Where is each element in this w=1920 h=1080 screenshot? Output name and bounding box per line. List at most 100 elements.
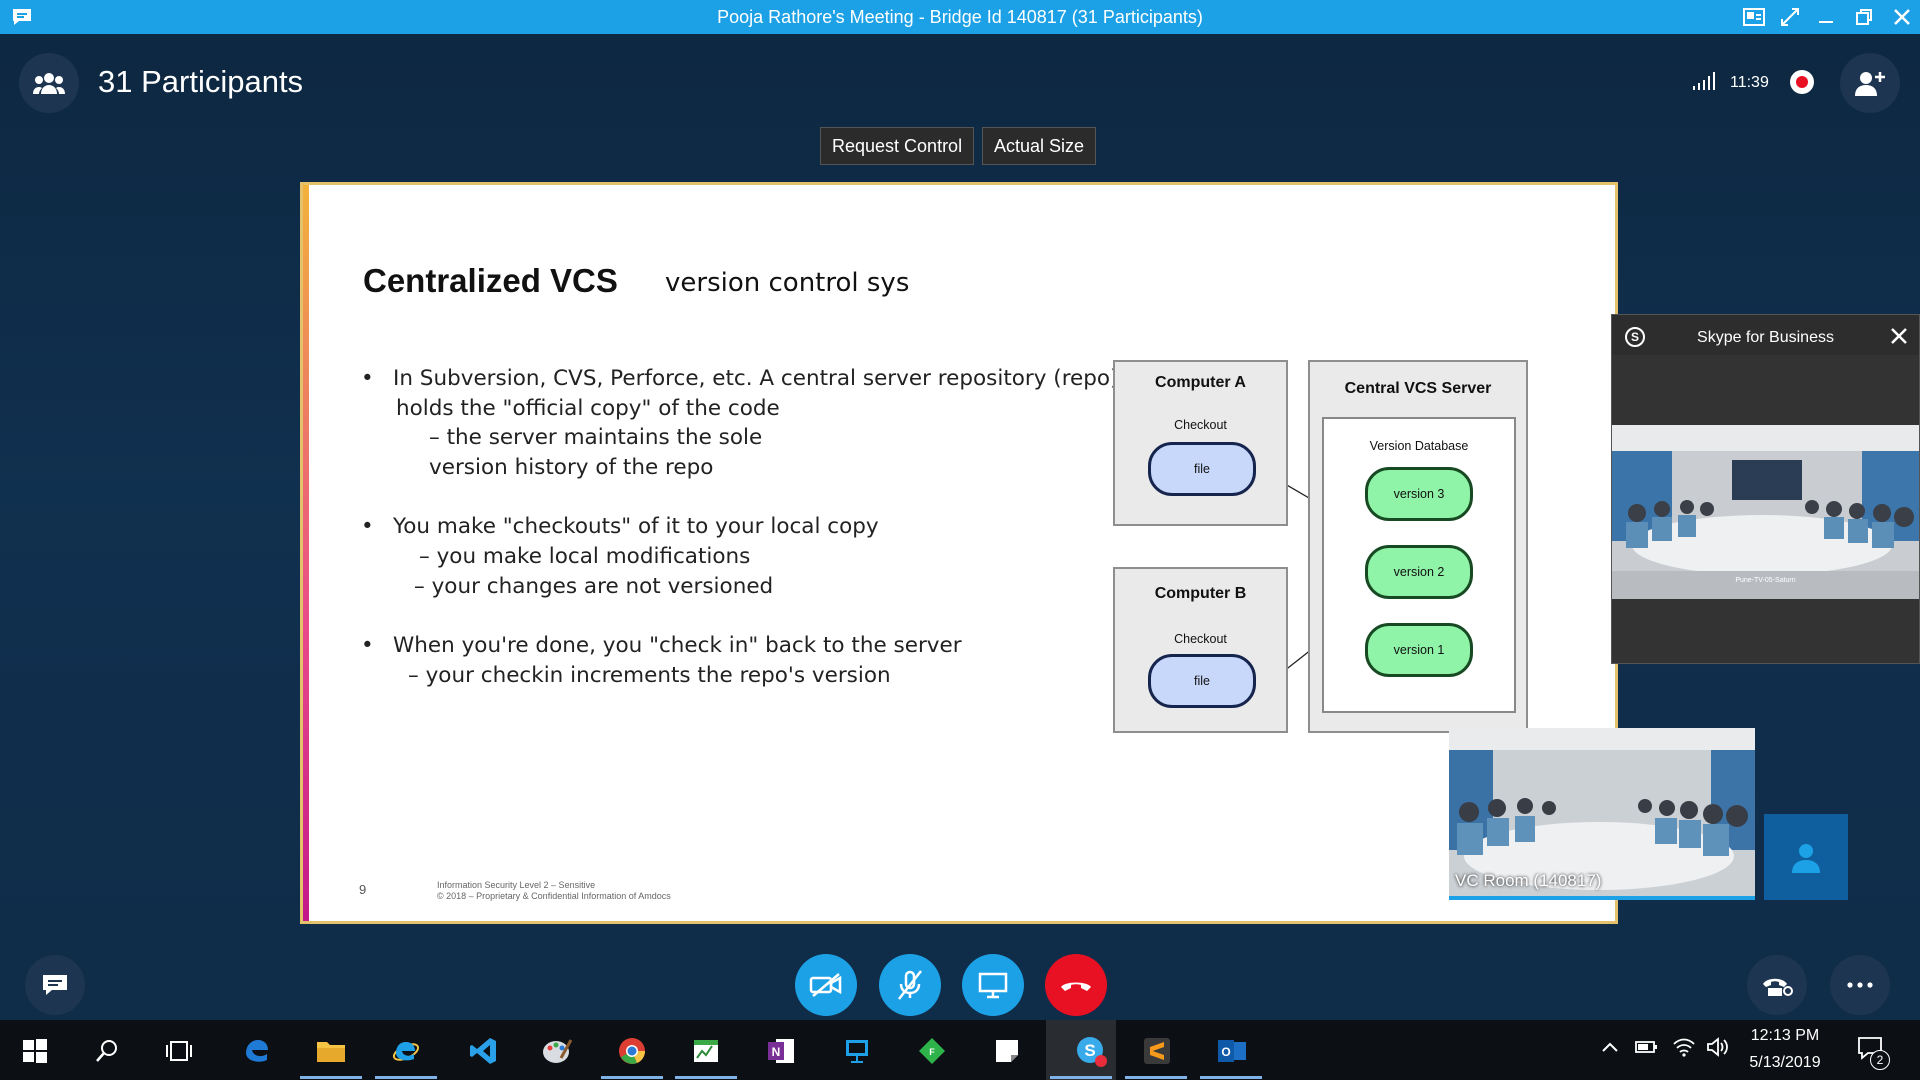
- file-explorer-icon[interactable]: [314, 1034, 348, 1068]
- server-label: Central VCS Server: [1344, 380, 1492, 397]
- computer-b-box: Computer B Checkout file: [1113, 567, 1288, 733]
- computer-b-label: Computer B: [1154, 585, 1247, 602]
- share-screen-button[interactable]: [962, 954, 1024, 1016]
- version-database-label: Version Database: [1369, 439, 1469, 453]
- skype-popup-title: Skype for Business: [1697, 329, 1834, 346]
- request-control-button[interactable]: Request Control: [820, 127, 975, 165]
- green-app-icon[interactable]: F: [915, 1034, 949, 1068]
- close-popup-icon[interactable]: [1890, 327, 1908, 350]
- spreadsheet-app-icon[interactable]: [689, 1034, 723, 1068]
- bullet-1-line-1: In Subversion, CVS, Perforce, etc. A cen…: [393, 366, 1119, 391]
- meeting-duration: 11:39: [1730, 74, 1769, 91]
- active-speaker-bar: [1449, 896, 1755, 900]
- minimize-icon[interactable]: [1814, 5, 1838, 29]
- outlook-icon[interactable]: O: [1215, 1034, 1249, 1068]
- video-toggle-button[interactable]: [795, 954, 857, 1016]
- running-indicator: [375, 1076, 437, 1079]
- task-view-icon[interactable]: [162, 1034, 196, 1068]
- mute-button[interactable]: [879, 954, 941, 1016]
- bullet-1-line-2: holds the "official copy" of the code: [396, 396, 780, 421]
- video-caption: Pune-TV-05-Saturn: [1735, 577, 1796, 584]
- mic-off-icon: [898, 970, 922, 1000]
- show-hidden-icons[interactable]: [1600, 1040, 1620, 1059]
- vscode-icon[interactable]: [466, 1034, 500, 1068]
- sublime-text-icon[interactable]: [1140, 1034, 1174, 1068]
- recording-icon: [1790, 70, 1814, 94]
- hang-up-button[interactable]: [1045, 954, 1107, 1016]
- svg-text:N: N: [772, 1045, 781, 1059]
- checkout-label: Checkout: [1174, 632, 1227, 646]
- actual-size-button[interactable]: Actual Size: [982, 127, 1097, 165]
- volume-icon[interactable]: [1706, 1037, 1730, 1062]
- add-participant-button[interactable]: [1840, 53, 1900, 113]
- self-video-label: VC Room (140817): [1455, 871, 1602, 890]
- more-options-button[interactable]: [1830, 955, 1890, 1015]
- windows-start-icon[interactable]: [18, 1034, 52, 1068]
- bullet-1-line-3: – the server maintains the sole: [429, 425, 763, 450]
- phone-settings-icon: [1763, 978, 1793, 996]
- hang-up-icon: [1061, 982, 1091, 991]
- bullet-1-line-4: version history of the repo: [429, 455, 714, 480]
- remote-video-feed[interactable]: Pune-TV-05-Saturn: [1612, 425, 1919, 599]
- version-database-box: Version Database version 3 version 2 ver…: [1322, 417, 1516, 713]
- slide-title: Centralized VCS: [363, 262, 618, 299]
- search-icon[interactable]: [90, 1034, 124, 1068]
- running-indicator: [601, 1076, 663, 1079]
- version-node-1: version 1: [1365, 623, 1473, 677]
- slide-accent-bar: [303, 185, 309, 921]
- bullet-marker: •: [361, 633, 374, 658]
- running-indicator: [300, 1076, 362, 1079]
- file-node-b: file: [1148, 654, 1256, 708]
- paint-icon[interactable]: [540, 1034, 574, 1068]
- chrome-icon[interactable]: [615, 1034, 649, 1068]
- vcs-diagram: Computer A Checkout file Computer B Chec…: [1113, 360, 1543, 740]
- internet-explorer-icon[interactable]: [389, 1034, 423, 1068]
- close-icon[interactable]: [1890, 5, 1914, 29]
- participant-avatar: [1764, 814, 1848, 900]
- version-node-3: version 3: [1365, 467, 1473, 521]
- bullet-3-line-1: When you're done, you "check in" back to…: [393, 633, 962, 658]
- bullet-2-line-1: You make "checkouts" of it to your local…: [393, 514, 879, 539]
- restore-icon[interactable]: [1852, 5, 1876, 29]
- onenote-icon[interactable]: N: [764, 1034, 798, 1068]
- central-server-box: Central VCS Server Version Database vers…: [1308, 360, 1528, 733]
- sticky-notes-icon[interactable]: [990, 1034, 1024, 1068]
- bullet-marker: •: [361, 366, 374, 391]
- bullet-3-line-2: – your checkin increments the repo's ver…: [408, 663, 891, 688]
- running-indicator: [1200, 1076, 1262, 1079]
- clock-time[interactable]: 12:13 PM: [1735, 1027, 1835, 1045]
- battery-icon[interactable]: [1634, 1038, 1658, 1061]
- presenter-view-icon[interactable]: [1742, 5, 1766, 29]
- conference-room-image: [1612, 425, 1919, 599]
- more-icon: [1847, 982, 1873, 988]
- participants-count: 31 Participants: [98, 64, 304, 99]
- edge-icon[interactable]: [240, 1034, 274, 1068]
- slide-footer-line-2: © 2018 – Proprietary & Confidential Info…: [437, 891, 671, 901]
- bullet-2-line-3: – your changes are not versioned: [414, 574, 774, 599]
- clock-date[interactable]: 5/13/2019: [1735, 1054, 1835, 1072]
- skype-popup-header: S Skype for Business: [1612, 315, 1919, 355]
- title-bar: Pooja Rathore's Meeting - Bridge Id 1408…: [0, 0, 1920, 34]
- shared-slide: Centralized VCS version control sys • In…: [300, 182, 1618, 924]
- checkout-label: Checkout: [1174, 418, 1227, 432]
- fullscreen-icon[interactable]: [1778, 5, 1802, 29]
- notification-count-badge: 2: [1870, 1050, 1890, 1070]
- version-node-2: version 2: [1365, 545, 1473, 599]
- remote-desktop-icon[interactable]: [840, 1034, 874, 1068]
- add-person-icon: [1855, 72, 1885, 96]
- taskbar: [0, 1020, 1920, 1080]
- slide-subtitle: version control sys: [665, 268, 910, 298]
- call-controls-button[interactable]: [1747, 955, 1807, 1015]
- wifi-icon[interactable]: [1672, 1036, 1696, 1063]
- window-title: Pooja Rathore's Meeting - Bridge Id 1408…: [717, 7, 1203, 27]
- computer-a-box: Computer A Checkout file: [1113, 360, 1288, 526]
- video-off-icon: [809, 973, 842, 997]
- active-app-highlight: [1046, 1020, 1116, 1080]
- running-indicator: [1050, 1076, 1112, 1079]
- slide-footer-line-1: Information Security Level 2 – Sensitive: [437, 880, 596, 890]
- person-icon: [1792, 844, 1820, 873]
- skype-popup: S Skype for Business Pune-TV-05-Saturn: [1611, 314, 1920, 664]
- monitor-icon: [978, 972, 1008, 999]
- participants-button[interactable]: [19, 53, 79, 113]
- chat-button[interactable]: [25, 955, 85, 1015]
